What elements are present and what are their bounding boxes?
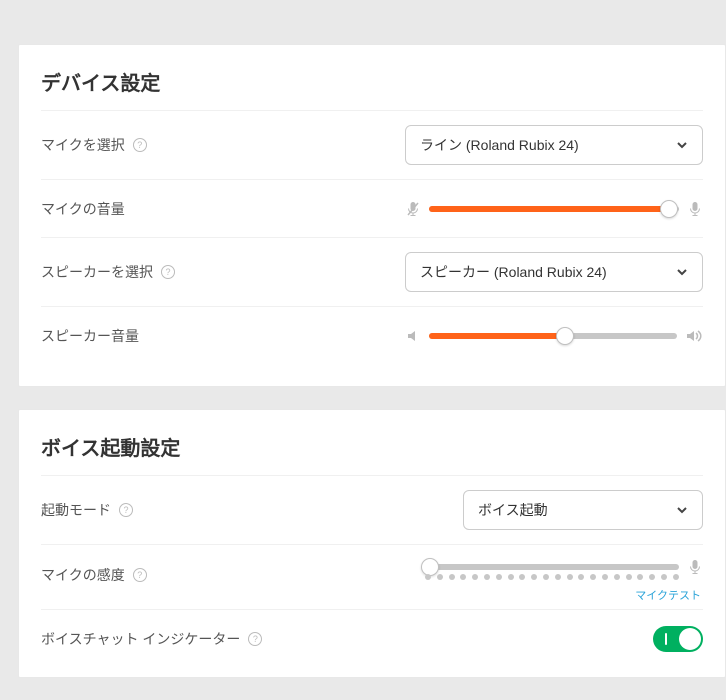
chevron-down-icon xyxy=(676,139,688,151)
slider-thumb[interactable] xyxy=(556,327,574,345)
mic-select-value: ライン (Roland Rubix 24) xyxy=(420,135,579,155)
speaker-select-value: スピーカー (Roland Rubix 24) xyxy=(420,262,607,282)
voice-indicator-label-wrap: ボイスチャット インジケーター ? xyxy=(41,629,262,649)
help-icon[interactable]: ? xyxy=(133,138,147,152)
slider-thumb[interactable] xyxy=(660,200,678,218)
row-mic-select: マイクを選択 ? ライン (Roland Rubix 24) xyxy=(41,110,703,179)
voice-activation-panel: ボイス起動設定 起動モード ? ボイス起動 マイクの感度 ? xyxy=(18,409,726,678)
mic-sensitivity-slider[interactable] xyxy=(425,564,679,570)
help-icon[interactable]: ? xyxy=(133,568,147,582)
mic-mute-icon xyxy=(405,201,421,217)
mic-sensitivity-slider-area xyxy=(425,559,703,575)
speaker-select-label-wrap: スピーカーを選択 ? xyxy=(41,262,175,282)
speaker-volume-slider[interactable] xyxy=(429,333,677,339)
speaker-volume-label: スピーカー音量 xyxy=(41,326,139,346)
volume-low-icon xyxy=(405,328,421,344)
mic-icon xyxy=(687,559,703,575)
slider-fill xyxy=(429,206,669,212)
mic-sensitivity-label: マイクの感度 xyxy=(41,565,125,585)
speaker-select-label: スピーカーを選択 xyxy=(41,262,153,282)
voice-activation-title: ボイス起動設定 xyxy=(41,410,703,475)
row-mic-volume: マイクの音量 xyxy=(41,179,703,237)
row-speaker-select: スピーカーを選択 ? スピーカー (Roland Rubix 24) xyxy=(41,237,703,306)
toggle-on-mark xyxy=(665,633,667,645)
chevron-down-icon xyxy=(676,266,688,278)
mic-volume-label: マイクの音量 xyxy=(41,199,125,219)
sensitivity-dots xyxy=(425,574,679,580)
toggle-knob xyxy=(679,628,701,650)
row-mic-sensitivity: マイクの感度 ? マイクテスト xyxy=(41,544,703,609)
row-activation-mode: 起動モード ? ボイス起動 xyxy=(41,475,703,544)
device-settings-title: デバイス設定 xyxy=(41,45,703,110)
activation-mode-select[interactable]: ボイス起動 xyxy=(463,490,703,530)
mic-volume-label-wrap: マイクの音量 xyxy=(41,199,125,219)
mic-select-label-wrap: マイクを選択 ? xyxy=(41,135,147,155)
help-icon[interactable]: ? xyxy=(119,503,133,517)
voice-indicator-toggle[interactable] xyxy=(653,626,703,652)
chevron-down-icon xyxy=(676,504,688,516)
help-icon[interactable]: ? xyxy=(248,632,262,646)
mic-volume-slider[interactable] xyxy=(429,206,679,212)
mic-sensitivity-label-wrap: マイクの感度 ? xyxy=(41,559,147,585)
voice-indicator-label: ボイスチャット インジケーター xyxy=(41,629,240,649)
mic-test-link[interactable]: マイクテスト xyxy=(635,587,703,603)
speaker-volume-label-wrap: スピーカー音量 xyxy=(41,326,139,346)
mic-icon xyxy=(687,201,703,217)
help-icon[interactable]: ? xyxy=(161,265,175,279)
speaker-select[interactable]: スピーカー (Roland Rubix 24) xyxy=(405,252,703,292)
slider-fill xyxy=(429,333,565,339)
speaker-volume-slider-area xyxy=(405,328,703,344)
activation-mode-label-wrap: 起動モード ? xyxy=(41,500,133,520)
activation-mode-value: ボイス起動 xyxy=(478,500,548,520)
row-voice-indicator: ボイスチャット インジケーター ? xyxy=(41,609,703,667)
device-settings-panel: デバイス設定 マイクを選択 ? ライン (Roland Rubix 24) マイ… xyxy=(18,44,726,387)
volume-high-icon xyxy=(685,328,703,344)
activation-mode-label: 起動モード xyxy=(41,500,111,520)
mic-select-label: マイクを選択 xyxy=(41,135,125,155)
mic-volume-slider-area xyxy=(405,201,703,217)
row-speaker-volume: スピーカー音量 xyxy=(41,306,703,364)
mic-select[interactable]: ライン (Roland Rubix 24) xyxy=(405,125,703,165)
